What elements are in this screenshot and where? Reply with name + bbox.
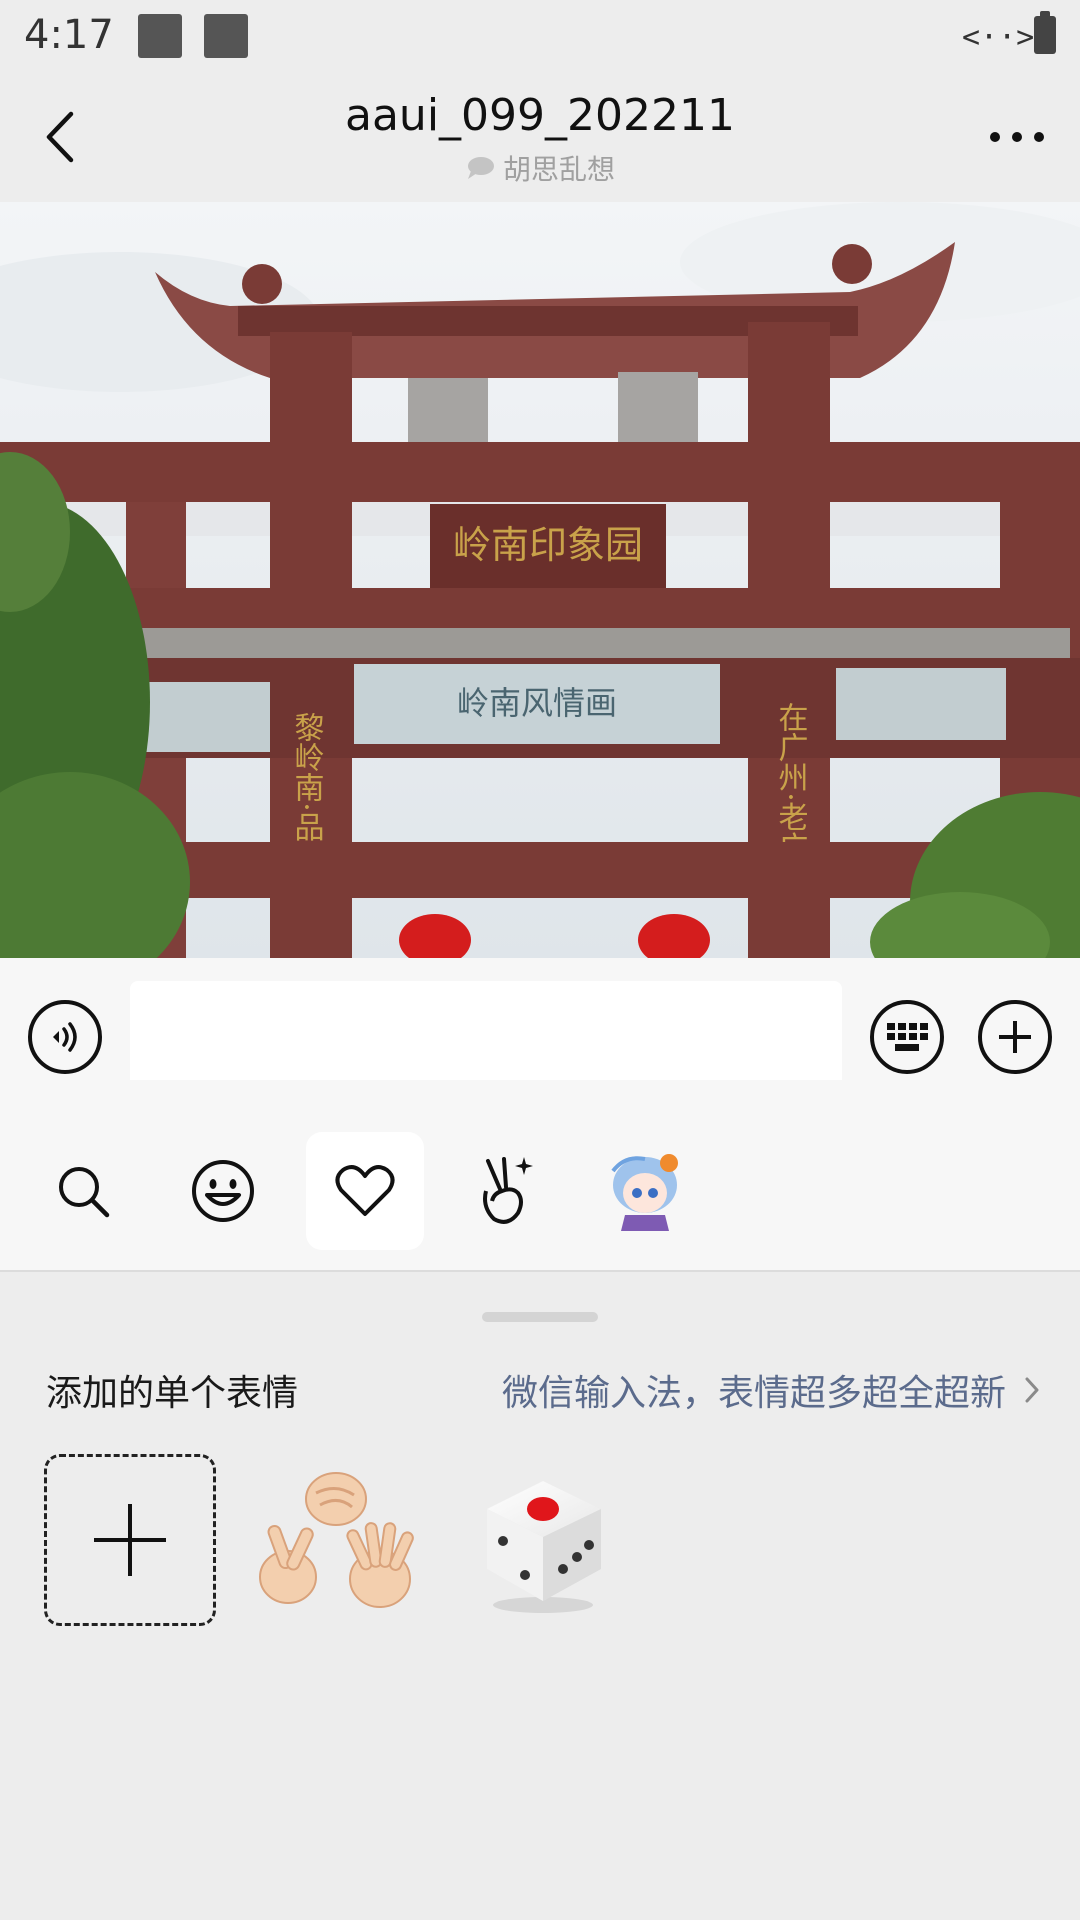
dice-icon: [487, 1481, 601, 1613]
chat-header: aaui_099_202211 胡思乱想: [0, 72, 1080, 202]
sticker-panel: 添加的单个表情 微信输入法，表情超多超全超新: [0, 1272, 1080, 1920]
status-time: 4:17: [24, 12, 114, 58]
voice-icon: [53, 1022, 77, 1052]
chat-bubble-icon: [467, 157, 494, 179]
more-button[interactable]: [982, 102, 1052, 172]
keyboard-button[interactable]: [870, 1000, 944, 1074]
plaque-text: 岭南印象园: [453, 523, 643, 567]
sticker-rock-paper-scissors[interactable]: [250, 1454, 422, 1626]
search-icon: [59, 1167, 110, 1218]
add-icon: [94, 1504, 166, 1576]
sticker-dice[interactable]: [456, 1454, 628, 1626]
right-couplet: 在广州·老广: [773, 702, 809, 862]
chat-subtitle: 胡思乱想: [0, 148, 1080, 188]
plus-icon: [999, 1021, 1031, 1053]
keyboard-icon: [887, 1023, 928, 1051]
promo-text: 微信输入法，表情超多超全超新: [501, 1373, 1006, 1414]
battery-icon: [1034, 11, 1056, 54]
tab-favorites[interactable]: [306, 1132, 424, 1250]
heart-icon: [335, 1165, 395, 1216]
tab-search[interactable]: [24, 1132, 142, 1250]
drag-handle[interactable]: [482, 1312, 598, 1322]
more-dots-icon: [990, 132, 1044, 142]
input-method-promo-link[interactable]: 微信输入法，表情超多超全超新: [502, 1364, 1040, 1416]
smiley-icon: [192, 1160, 254, 1222]
notification-icon: [138, 14, 182, 58]
emoji-tab-bar: [0, 1080, 1080, 1272]
chevron-right-icon: [1025, 1377, 1039, 1403]
tab-gestures[interactable]: [446, 1132, 564, 1250]
chat-photo[interactable]: 岭南印象园 岭南风情画 黎岭南·品岭 在广州·老广: [0, 202, 1080, 958]
tab-emoji[interactable]: [164, 1132, 282, 1250]
frieze-text: 岭南风情画: [457, 684, 617, 722]
victory-hand-icon: [483, 1157, 533, 1224]
more-functions-button[interactable]: [978, 1000, 1052, 1074]
anime-avatar-icon: [611, 1154, 678, 1231]
voice-button[interactable]: [28, 1000, 102, 1074]
network-icon: <··>: [962, 20, 1035, 55]
subtitle-text: 胡思乱想: [502, 153, 615, 186]
add-sticker-button[interactable]: [44, 1454, 216, 1626]
tab-sticker-pack[interactable]: [586, 1132, 704, 1250]
panel-title: 添加的单个表情: [46, 1373, 299, 1414]
message-input[interactable]: [130, 981, 842, 1087]
status-bar: 4:17 <··>: [0, 0, 1080, 72]
notification-icon-2: [204, 14, 248, 58]
chat-title: aaui_099_202211: [345, 90, 735, 141]
rock-paper-scissors-icon: [259, 1472, 414, 1608]
archway-photo: 岭南印象园 岭南风情画 黎岭南·品岭 在广州·老广: [0, 202, 1080, 958]
